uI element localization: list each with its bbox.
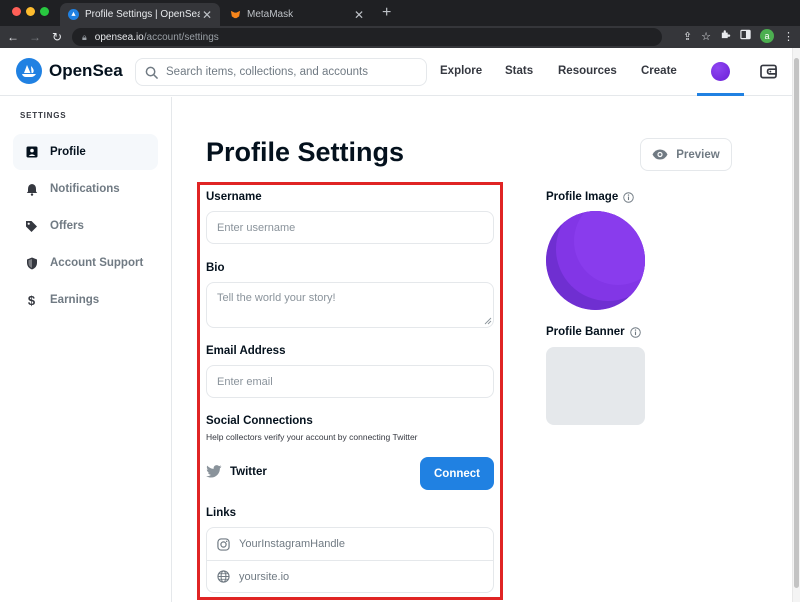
email-input[interactable] [206,365,494,398]
tab-title: Profile Settings | OpenSea [85,9,200,20]
browser-menu-icon[interactable]: ⋮ [783,30,794,43]
opensea-logo[interactable]: OpenSea [16,58,123,84]
browser-tab-metamask[interactable]: MetaMask ✕ [222,3,372,26]
opensea-logo-icon [16,58,42,84]
bio-label: Bio [206,262,225,274]
bio-textarea[interactable] [206,282,494,328]
sidebar-item-label: Notifications [50,183,120,195]
url-host: opensea.io [94,31,144,43]
website-input[interactable] [239,570,479,583]
browser-tab-profile-settings[interactable]: Profile Settings | OpenSea ✕ [60,3,220,26]
browser-tab-bar: Profile Settings | OpenSea ✕ MetaMask ✕ … [0,0,800,26]
browser-toolbar: ← → ↻ 🔒︎ opensea.io/account/settings ⇪ ☆… [0,26,800,48]
profile-icon [25,146,38,159]
scrollbar-thumb[interactable] [794,58,799,588]
profile-image-label: Profile Image [546,191,619,203]
reload-icon[interactable]: ↻ [46,30,68,44]
profile-banner-label: Profile Banner [546,326,625,338]
connect-twitter-button[interactable]: Connect [420,457,494,490]
social-connections-hint: Help collectors verify your account by c… [206,432,418,442]
active-nav-indicator [697,93,744,96]
twitter-connection-row: Twitter [206,465,267,478]
search-input[interactable] [166,66,416,78]
username-input[interactable] [206,211,494,244]
info-icon[interactable] [623,191,634,203]
search-icon [145,66,158,79]
social-connections-label: Social Connections [206,415,313,427]
sidebar-item-label: Earnings [50,294,100,306]
browser-profile-avatar[interactable]: a [760,29,774,43]
preview-button[interactable]: Preview [640,138,732,171]
sidebar-item-label: Offers [50,220,84,232]
sidebar-item-label: Profile [50,146,86,158]
opensea-favicon-icon [68,9,79,20]
bookmark-star-icon[interactable]: ☆ [701,30,711,43]
window-minimize-button[interactable] [26,7,35,16]
sidebar-item-offers[interactable]: Offers [13,208,158,244]
links-group [206,527,494,593]
sidebar-item-label: Account Support [50,257,144,269]
window-close-button[interactable] [12,7,21,16]
nav-explore[interactable]: Explore [440,65,482,77]
wallet-icon[interactable] [760,64,777,84]
nav-create[interactable]: Create [641,65,677,77]
nav-resources[interactable]: Resources [558,65,617,77]
address-bar[interactable]: 🔒︎ opensea.io/account/settings [72,28,662,46]
window-maximize-button[interactable] [40,7,49,16]
profile-banner-heading: Profile Banner [546,326,641,338]
share-icon[interactable]: ⇪ [683,30,692,43]
extensions-puzzle-icon[interactable] [720,29,731,43]
tag-icon [25,220,38,233]
tab-close-icon[interactable]: ✕ [352,8,366,22]
instagram-icon [217,537,230,551]
links-label: Links [206,507,237,519]
page-scrollbar[interactable] [792,48,800,602]
search-bar[interactable] [135,58,427,86]
url-path: /account/settings [143,31,219,43]
back-arrow-icon[interactable]: ← [2,30,24,44]
profile-image-gradient [546,211,645,310]
twitter-icon [206,465,222,478]
globe-icon [217,570,230,583]
nav-stats[interactable]: Stats [505,65,533,77]
preview-label: Preview [676,148,720,161]
info-icon[interactable] [629,326,641,338]
sidebar-heading: SETTINGS [20,111,67,120]
profile-banner-upload[interactable] [546,347,645,425]
bell-icon [25,183,38,196]
settings-sidebar: SETTINGS Profile Notifications Offers Ac… [0,97,172,602]
new-tab-plus-icon[interactable]: + [382,4,391,22]
eye-icon [652,149,668,160]
site-header: OpenSea Explore Stats Resources Create [0,48,792,96]
instagram-input[interactable] [239,538,479,550]
shield-icon [25,257,38,270]
instagram-link-row [207,528,493,560]
profile-image-heading: Profile Image [546,191,634,203]
email-label: Email Address [206,345,286,357]
page-title: Profile Settings [206,137,405,167]
metamask-favicon-icon [230,9,241,20]
username-label: Username [206,191,262,203]
dollar-icon: $ [27,292,36,308]
lock-icon: 🔒︎ [82,31,87,42]
logo-text: OpenSea [49,61,123,80]
sidebar-item-profile[interactable]: Profile [13,134,158,170]
sidebar-item-account-support[interactable]: Account Support [13,245,158,281]
tab-close-icon[interactable]: ✕ [200,8,214,22]
account-avatar[interactable] [711,62,730,81]
sidebar-item-earnings[interactable]: $ Earnings [13,282,158,318]
sidebar-item-notifications[interactable]: Notifications [13,171,158,207]
tab-title: MetaMask [247,9,294,20]
side-panel-icon[interactable] [740,29,751,43]
profile-image-upload[interactable] [546,211,645,310]
website-link-row [207,560,493,592]
resize-grip-icon[interactable] [484,317,492,325]
twitter-label: Twitter [230,465,267,478]
forward-arrow-icon[interactable]: → [24,30,46,44]
